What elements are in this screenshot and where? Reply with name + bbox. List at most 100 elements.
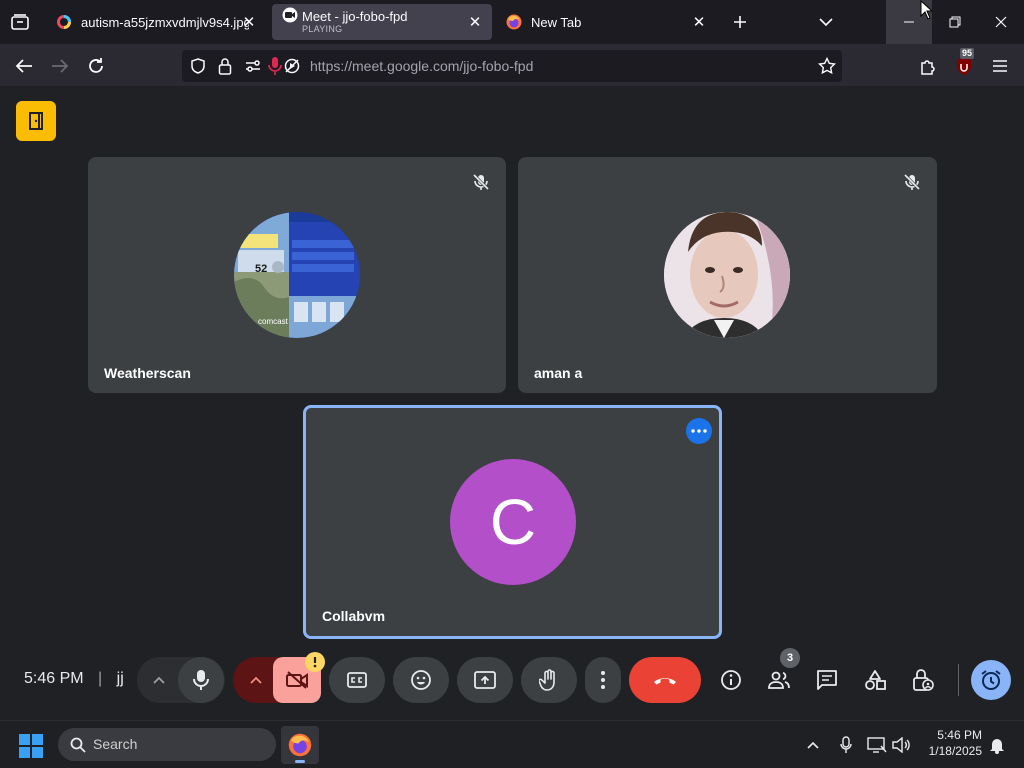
hamburger-menu-icon: [993, 60, 1007, 72]
more-options-button[interactable]: [686, 418, 712, 444]
companion-mode-button[interactable]: [16, 101, 56, 141]
close-window-button[interactable]: [978, 0, 1024, 44]
notifications-button[interactable]: [986, 734, 1008, 756]
bookmark-star-icon[interactable]: [818, 57, 836, 75]
firefox-icon: [288, 733, 312, 757]
taskbar-firefox-button[interactable]: [281, 726, 319, 764]
meet-page: 52 comcast Weatherscan aman a C Collabvm: [0, 86, 1024, 720]
tab-image[interactable]: autism-a55jzmxvdmjlv9s4.jpg (J ✕: [46, 4, 266, 40]
new-tab-button[interactable]: [728, 10, 752, 34]
raise-hand-icon: [539, 669, 555, 691]
meeting-clock: 5:46 PM: [24, 670, 84, 687]
camera-warning-badge: [305, 652, 325, 672]
clock-date: 1/18/2025: [928, 744, 982, 758]
tab-new-tab[interactable]: New Tab ✕: [496, 4, 716, 40]
door-icon: [29, 112, 43, 130]
image-favicon-icon: [57, 15, 71, 29]
participant-name: aman a: [534, 365, 583, 381]
running-indicator: [295, 760, 305, 763]
app-menu-button[interactable]: [984, 50, 1016, 82]
restore-icon: [949, 16, 961, 28]
profile-photo: [664, 212, 790, 338]
plus-icon: [734, 16, 746, 28]
lock-person-icon: [913, 669, 934, 691]
present-screen-button[interactable]: [457, 657, 513, 703]
mic-muted-icon: [903, 173, 921, 191]
tray-volume-button[interactable]: [890, 734, 912, 756]
close-tab-icon[interactable]: ✕: [690, 13, 708, 31]
close-tab-icon[interactable]: ✕: [466, 13, 484, 31]
list-all-tabs-button[interactable]: [814, 10, 838, 34]
autoplay-blocked-icon[interactable]: [284, 58, 300, 74]
meeting-details-button[interactable]: [716, 665, 746, 695]
avatar-initial: C: [489, 486, 537, 558]
activities-button[interactable]: [860, 665, 890, 695]
microphone-sharing-icon[interactable]: [268, 56, 282, 76]
timer-button[interactable]: [971, 660, 1011, 700]
notification-bell-icon: [990, 739, 1004, 754]
ublock-extension-button[interactable]: 95: [948, 48, 980, 82]
minimize-icon: [904, 21, 914, 23]
meeting-info-text: 5:46 PM | jj: [24, 670, 124, 688]
people-button[interactable]: [764, 665, 794, 695]
arrow-right-icon: [52, 59, 69, 73]
firefox-icon: [506, 14, 522, 30]
tab-title: autism-a55jzmxvdmjlv9s4.jpg (J: [81, 14, 249, 30]
tab-overview-icon: [11, 14, 29, 30]
lock-icon[interactable]: [218, 57, 232, 75]
microphone-button[interactable]: [178, 657, 224, 703]
reactions-button[interactable]: [393, 657, 449, 703]
close-tab-icon[interactable]: ✕: [240, 13, 258, 31]
show-hidden-icons-button[interactable]: [803, 735, 823, 755]
more-options-menu-button[interactable]: [585, 657, 621, 703]
back-button[interactable]: [8, 50, 40, 82]
restore-button[interactable]: [932, 0, 978, 44]
extension-count-badge: 95: [960, 48, 975, 59]
microphone-icon: [840, 736, 852, 753]
participant-tile-collabvm[interactable]: C Collabvm: [303, 405, 722, 639]
microphone-icon: [193, 670, 209, 690]
puzzle-icon: [921, 60, 935, 75]
participant-tile-aman[interactable]: aman a: [518, 157, 937, 393]
address-bar[interactable]: https://meet.google.com/jjo-fobo-fpd: [182, 50, 842, 82]
raise-hand-button[interactable]: [521, 657, 577, 703]
camera-off-icon: [286, 671, 308, 689]
permissions-icon[interactable]: [244, 58, 262, 74]
chevron-up-icon: [807, 741, 819, 749]
meeting-code: jj: [116, 670, 124, 687]
host-controls-button[interactable]: [908, 665, 938, 695]
tab-playing-label: PLAYING: [302, 24, 343, 34]
participant-tile-weatherscan[interactable]: 52 comcast Weatherscan: [88, 157, 506, 393]
leave-call-button[interactable]: [629, 657, 701, 703]
audio-settings-button[interactable]: [146, 668, 172, 692]
weather-map-thumbnail: [234, 212, 360, 338]
taskbar-search-box[interactable]: Search: [58, 728, 276, 761]
tray-network-button[interactable]: [866, 734, 888, 756]
video-settings-button[interactable]: [243, 668, 269, 692]
url-host: https://meet.google.com: [310, 58, 460, 74]
forward-button[interactable]: [44, 50, 76, 82]
reload-button[interactable]: [80, 50, 112, 82]
weatherscan-avatar: 52 comcast: [234, 212, 360, 338]
end-call-icon: [654, 678, 676, 685]
meet-favicon-icon: [282, 7, 298, 23]
people-count-badge: 3: [780, 648, 800, 668]
network-icon: [867, 737, 887, 753]
shield-icon[interactable]: [190, 58, 206, 74]
collabvm-avatar: C: [450, 459, 576, 585]
tray-microphone-button[interactable]: [836, 734, 856, 756]
more-vertical-icon: [601, 671, 605, 689]
captions-button[interactable]: [329, 657, 385, 703]
mic-muted-icon: [472, 173, 490, 191]
mouse-cursor-icon: [920, 0, 934, 20]
extensions-button[interactable]: [912, 50, 944, 82]
weather-temp-label: 52: [255, 263, 268, 275]
volume-icon: [892, 737, 910, 753]
tab-overview-button[interactable]: [8, 10, 32, 34]
clock-button[interactable]: 5:46 PM 1/18/2025: [920, 727, 982, 763]
clock-time: 5:46 PM: [937, 728, 982, 742]
chat-button[interactable]: [812, 665, 842, 695]
tab-meet[interactable]: Meet - jjo-fobo-fpd PLAYING ✕: [272, 4, 492, 40]
reload-icon: [89, 58, 103, 73]
start-button[interactable]: [18, 733, 44, 759]
